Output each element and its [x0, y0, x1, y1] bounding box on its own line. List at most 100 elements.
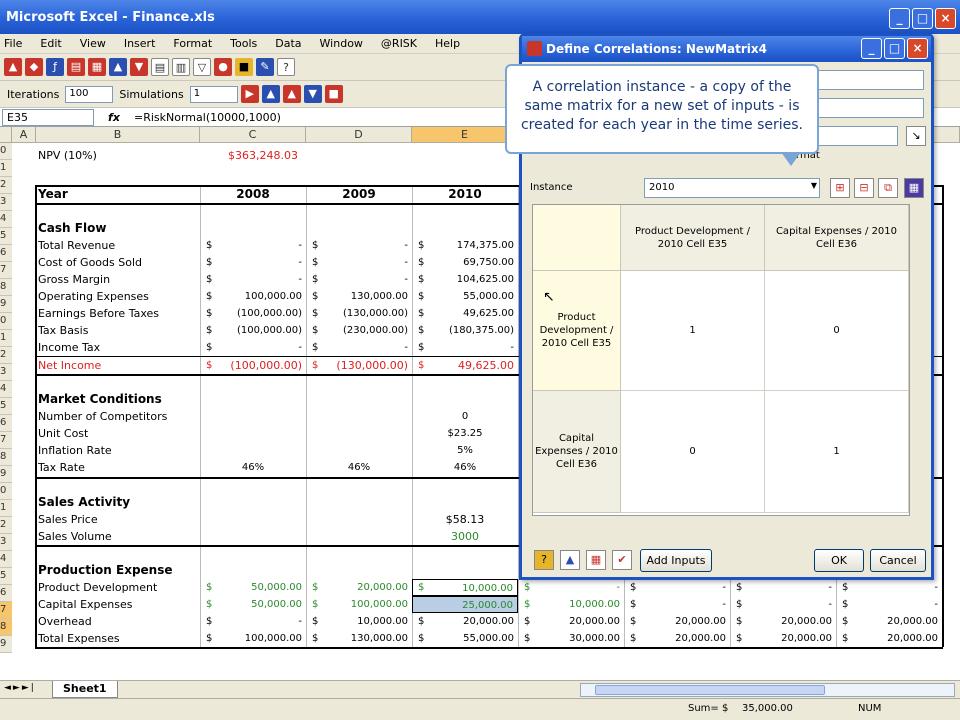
table-icon[interactable]: ▤	[151, 58, 169, 76]
market-row-value[interactable]: 46%	[306, 459, 412, 476]
cash-row-value[interactable]: 55,000.00	[412, 288, 518, 305]
production-row-value[interactable]: 20,000.00	[836, 613, 942, 630]
net-income-2010[interactable]: 49,625.00	[412, 357, 518, 374]
cash-row-value[interactable]: -	[200, 254, 306, 271]
instance-select[interactable]: 2010 ▼	[644, 178, 820, 198]
row-header[interactable]: 0	[0, 483, 12, 500]
grid-view-icon[interactable]: ▦	[586, 550, 606, 570]
column-header-d[interactable]: D	[306, 127, 412, 143]
horizontal-scrollbar[interactable]	[580, 683, 955, 697]
iterations-select[interactable]: 100	[65, 85, 114, 103]
column-header-e[interactable]: E	[412, 127, 518, 143]
dialog-close-icon[interactable]: ×	[907, 38, 928, 59]
menu-tools[interactable]: Tools	[230, 37, 257, 50]
npv-value[interactable]: $363,248.03	[228, 147, 318, 164]
market-row-value[interactable]	[200, 425, 306, 442]
cash-row-value[interactable]: -	[200, 271, 306, 288]
production-row-value[interactable]: -	[730, 596, 836, 613]
cash-row-value[interactable]: (180,375.00)	[412, 322, 518, 339]
production-row-value[interactable]: -	[624, 579, 730, 596]
cash-row-value[interactable]: -	[200, 237, 306, 254]
menu-view[interactable]: View	[80, 37, 106, 50]
name-box[interactable]: E35	[2, 108, 94, 126]
check-matrix-icon[interactable]: ✔	[612, 550, 632, 570]
market-row-value[interactable]: $23.25	[412, 425, 518, 442]
production-row-value[interactable]: 20,000.00	[518, 613, 624, 630]
menu-insert[interactable]: Insert	[124, 37, 156, 50]
production-row-value[interactable]: 20,000.00	[624, 613, 730, 630]
help-icon[interactable]: ?	[277, 58, 295, 76]
select-all-corner[interactable]	[0, 127, 12, 143]
production-row-value[interactable]: 100,000.00	[306, 596, 412, 613]
production-row-value[interactable]: -	[730, 579, 836, 596]
row-header[interactable]: 7	[0, 262, 12, 279]
production-row-value[interactable]: 55,000.00	[412, 630, 518, 647]
row-header[interactable]: 8	[0, 279, 12, 296]
market-row-value[interactable]	[306, 408, 412, 425]
row-header[interactable]: 2	[0, 517, 12, 534]
add-output-icon[interactable]: ◆	[25, 58, 43, 76]
row-header[interactable]: 8	[0, 449, 12, 466]
matrix-cell-1-2[interactable]: 0	[765, 271, 909, 391]
menu-file[interactable]: File	[4, 37, 22, 50]
market-row-value[interactable]	[306, 425, 412, 442]
menu-risk[interactable]: @RISK	[381, 37, 417, 50]
production-row-value[interactable]: 20,000.00	[730, 613, 836, 630]
start-simulation-icon[interactable]: ▶	[240, 85, 259, 103]
row-header[interactable]: 9	[0, 296, 12, 313]
menu-help[interactable]: Help	[435, 37, 460, 50]
production-row-value[interactable]: 10,000.00	[518, 596, 624, 613]
row-header[interactable]: 0	[0, 313, 12, 330]
summary-icon[interactable]: ▲	[282, 85, 301, 103]
fx-icon[interactable]: fx	[94, 111, 134, 124]
market-row-value[interactable]: 0	[412, 408, 518, 425]
market-row-value[interactable]: 5%	[412, 442, 518, 459]
menu-data[interactable]: Data	[275, 37, 301, 50]
sales-volume-value[interactable]: 3000	[412, 528, 518, 545]
tools-icon[interactable]: ✎	[256, 58, 274, 76]
menu-edit[interactable]: Edit	[40, 37, 61, 50]
cash-row-value[interactable]: (100,000.00)	[200, 305, 306, 322]
market-row-value[interactable]: 46%	[412, 459, 518, 476]
market-row-value[interactable]	[306, 442, 412, 459]
copy-instance-icon[interactable]: ⧉	[878, 178, 898, 198]
scrollbar-thumb[interactable]	[595, 685, 825, 695]
cash-row-value[interactable]: 69,750.00	[412, 254, 518, 271]
close-icon[interactable]: ×	[935, 8, 956, 29]
sales-price-value[interactable]: $58.13	[412, 511, 518, 528]
row-header[interactable]: 5	[0, 398, 12, 415]
production-row-value[interactable]: 20,000.00	[624, 630, 730, 647]
column-header-b[interactable]: B	[36, 127, 200, 143]
row-header[interactable]: 6	[0, 415, 12, 432]
delete-instance-icon[interactable]: ⊟	[854, 178, 874, 198]
dialog-name-field[interactable]	[818, 70, 924, 90]
row-header[interactable]: 1	[0, 160, 12, 177]
production-row-value[interactable]: 20,000.00	[730, 630, 836, 647]
cash-row-value[interactable]: -	[306, 339, 412, 356]
row-header[interactable]: 2	[0, 347, 12, 364]
correlation-icon[interactable]: ▦	[88, 58, 106, 76]
matrix-cell-2-1[interactable]: 0	[621, 391, 765, 513]
row-header[interactable]: 8	[0, 619, 12, 636]
matrix-settings-icon[interactable]: ▦	[904, 178, 924, 198]
cash-row-value[interactable]: -	[306, 271, 412, 288]
cash-row-value[interactable]: -	[306, 237, 412, 254]
market-row-value[interactable]	[200, 408, 306, 425]
net-income-2008[interactable]: (100,000.00)	[200, 357, 306, 374]
cash-row-value[interactable]: (100,000.00)	[200, 322, 306, 339]
column-header-a[interactable]: A	[12, 127, 36, 143]
row-header[interactable]: 6	[0, 585, 12, 602]
production-row-value[interactable]: 10,000.00	[412, 579, 518, 596]
row-header[interactable]: 1	[0, 330, 12, 347]
matrix-chart-icon[interactable]: ▲	[560, 550, 580, 570]
cash-row-value[interactable]: -	[412, 339, 518, 356]
cash-row-value[interactable]: 130,000.00	[306, 288, 412, 305]
market-row-value[interactable]: 46%	[200, 459, 306, 476]
row-header[interactable]: 5	[0, 228, 12, 245]
production-row-value[interactable]: 30,000.00	[518, 630, 624, 647]
market-row-value[interactable]	[200, 442, 306, 459]
row-header[interactable]: 5	[0, 568, 12, 585]
matrix-cell-2-2[interactable]: 1	[765, 391, 909, 513]
simulations-select[interactable]: 1	[189, 85, 238, 103]
production-row-value[interactable]: -	[836, 596, 942, 613]
